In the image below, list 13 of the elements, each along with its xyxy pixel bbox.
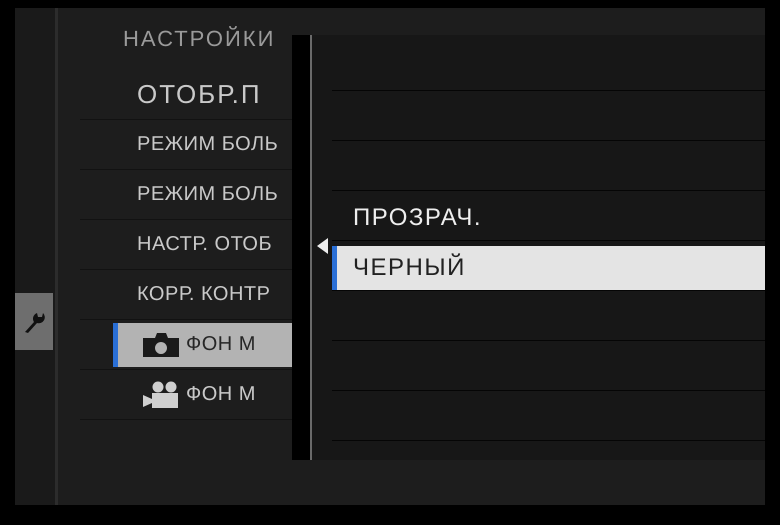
menu-item[interactable]: РЕЖИМ БОЛЬ xyxy=(113,172,293,216)
menu-item[interactable]: ФОН М xyxy=(113,322,293,366)
camera-icon xyxy=(142,332,180,358)
settings-tab[interactable] xyxy=(15,293,53,350)
menu-item[interactable]: НАСТР. ОТОБ xyxy=(113,222,293,266)
menu-item[interactable]: РЕЖИМ БОЛЬ xyxy=(113,122,293,166)
movie-camera-icon xyxy=(142,380,180,408)
menu-item[interactable]: КОРР. КОНТР xyxy=(113,272,293,316)
menu-title: НАСТРОЙКИ xyxy=(122,25,276,53)
pointer-icon xyxy=(317,238,328,254)
menu-item[interactable]: ФОН М xyxy=(113,372,293,416)
menu-item[interactable]: ОТОБР.П xyxy=(113,72,293,116)
option-item[interactable]: ПРОЗРАЧ. xyxy=(332,196,765,240)
